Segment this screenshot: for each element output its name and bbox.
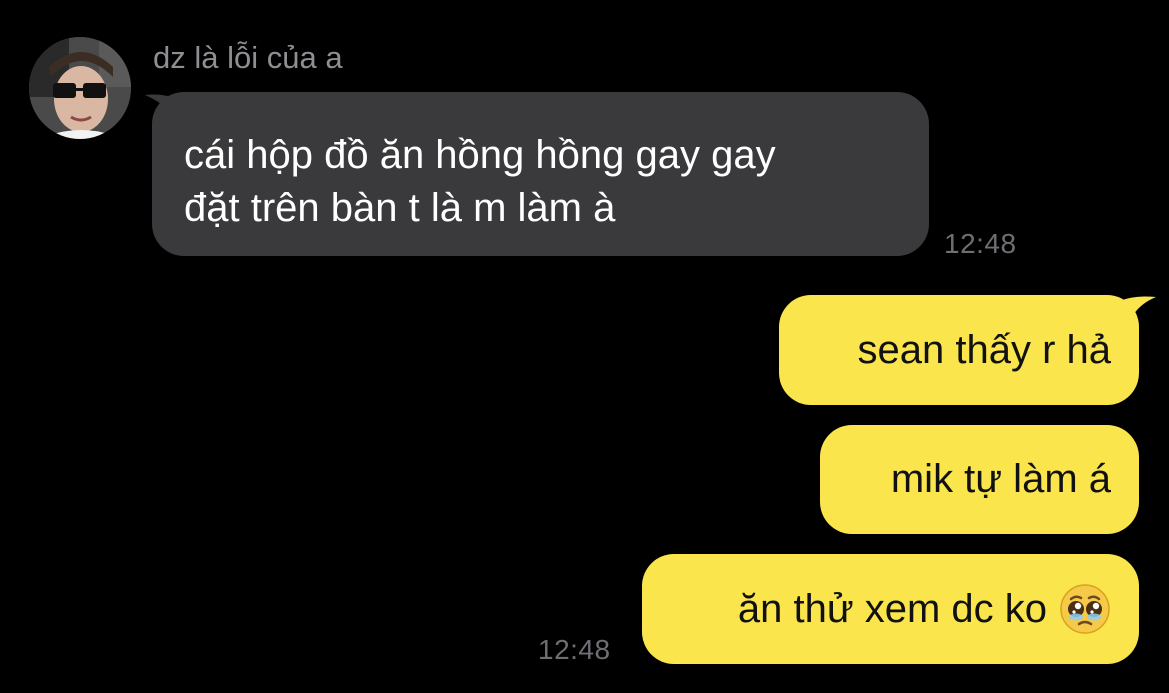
incoming-timestamp: 12:48 <box>944 228 1017 259</box>
incoming-message-line: cái hộp đồ ăn hồng hồng gay gay <box>184 133 776 177</box>
incoming-message-line: đặt trên bàn t là m làm à <box>184 186 616 230</box>
sender-avatar[interactable] <box>29 37 131 139</box>
outgoing-message-text: mik tự làm á <box>890 457 1111 501</box>
pleading-face-icon <box>1060 584 1110 634</box>
sender-name: dz là lỗi của a <box>153 40 343 75</box>
outgoing-timestamp: 12:48 <box>538 634 611 665</box>
outgoing-message-bubble[interactable]: ăn thử xem dc ko <box>642 554 1139 664</box>
avatar-photo <box>29 37 131 139</box>
incoming-message-bubble[interactable]: cái hộp đồ ăn hồng hồng gay gay đặt trên… <box>152 92 929 256</box>
outgoing-message-bubble[interactable]: sean thấy r hả <box>779 295 1139 405</box>
outgoing-message-text: sean thấy r hả <box>857 327 1112 372</box>
outgoing-message-text: ăn thử xem dc ko <box>737 586 1047 631</box>
outgoing-message-bubble[interactable]: mik tự làm á <box>820 425 1139 534</box>
